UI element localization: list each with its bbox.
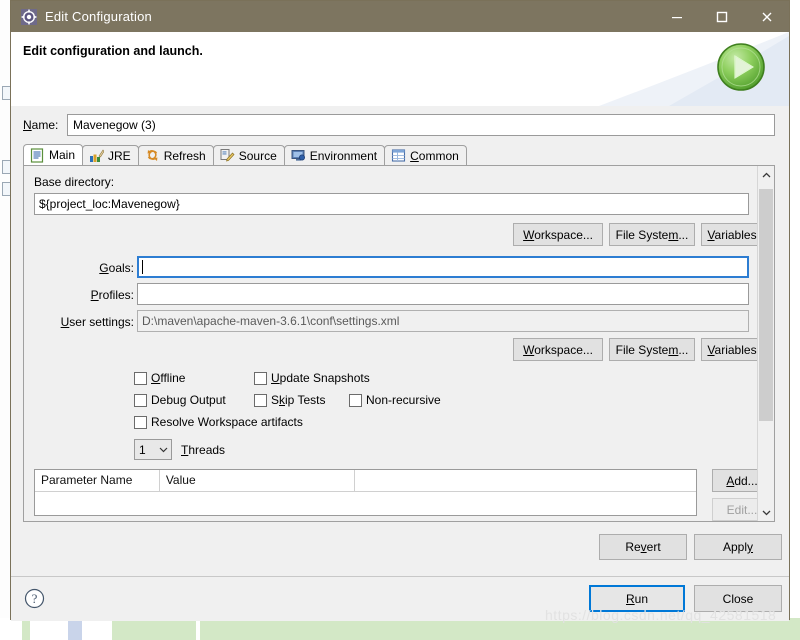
add-parameter-button[interactable]: Add... [712, 469, 757, 492]
checkbox-debug-output-label: Debug Output [151, 393, 226, 407]
maximize-button[interactable] [699, 1, 744, 32]
edit-parameter-button[interactable]: Edit... [712, 498, 757, 521]
background-editor-segment [30, 618, 68, 640]
tab-common[interactable]: Common [384, 145, 467, 165]
svg-text:?: ? [32, 591, 38, 606]
goals-input[interactable] [137, 256, 749, 278]
main-document-icon [30, 147, 45, 163]
green-run-ball-icon [716, 42, 766, 92]
dialog-titlebar[interactable]: Edit Configuration [11, 1, 789, 32]
scroll-up-arrow-icon[interactable] [758, 166, 774, 183]
source-pencil-icon [220, 148, 235, 163]
header-title: Edit configuration and launch. [23, 44, 203, 58]
user-settings-workspace-button[interactable]: Workspace... [513, 338, 603, 361]
background-editor-segment [82, 618, 112, 640]
checkbox-offline[interactable]: Offline [134, 371, 185, 385]
user-settings-input[interactable]: D:\maven\apache-maven-3.6.1\conf\setting… [137, 310, 749, 332]
base-directory-input[interactable]: ${project_loc:Mavenegow} [34, 193, 749, 215]
base-directory-filesystem-button[interactable]: File System... [609, 223, 695, 246]
parameter-table-header: Parameter Name Value [35, 470, 696, 492]
dialog-header: Edit configuration and launch. [11, 32, 789, 107]
profiles-input[interactable] [137, 283, 749, 305]
edit-configuration-dialog: Edit Configuration Edit configuration an… [10, 0, 790, 621]
user-settings-label: User settings: [60, 315, 134, 329]
configuration-tabfolder: Main JRE Refresh Source Environment Comm… [23, 144, 775, 522]
goals-label: Goals: [99, 261, 134, 275]
chevron-down-icon [156, 447, 171, 453]
tab-jre-label: JRE [108, 148, 131, 163]
tab-source[interactable]: Source [212, 145, 285, 165]
user-settings-variables-button[interactable]: Variables... [701, 338, 757, 361]
parameter-table[interactable]: Parameter Name Value [34, 469, 697, 516]
checkbox-resolve-workspace-artifacts-label: Resolve Workspace artifacts [151, 415, 303, 429]
gear-icon [21, 8, 37, 25]
checkbox-update-snapshots[interactable]: Update Snapshots [254, 371, 370, 385]
main-tab-vertical-scrollbar[interactable] [757, 166, 774, 521]
question-mark-help-icon[interactable]: ? [24, 588, 45, 609]
name-input[interactable]: Mavenegow (3) [67, 114, 775, 136]
checkbox-box [134, 393, 147, 407]
checkbox-non-recursive[interactable]: Non-recursive [349, 393, 441, 407]
dialog-title: Edit Configuration [45, 9, 152, 24]
checkbox-box [134, 415, 147, 429]
tab-environment-label: Environment [309, 148, 378, 163]
parameter-table-column-value: Value [160, 470, 355, 491]
close-button[interactable] [744, 1, 789, 32]
background-editor-segment [0, 618, 22, 640]
checkbox-box [254, 371, 267, 385]
name-row: Name: Mavenegow (3) [23, 113, 775, 137]
refresh-arrows-icon [145, 148, 160, 163]
user-settings-filesystem-button[interactable]: File System... [609, 338, 695, 361]
checkbox-resolve-workspace-artifacts[interactable]: Resolve Workspace artifacts [134, 415, 303, 429]
threads-dropdown[interactable]: 1 [134, 439, 172, 460]
checkbox-update-snapshots-label: Update Snapshots [271, 371, 370, 385]
name-label: Name: [23, 118, 59, 132]
checkbox-box [134, 371, 147, 385]
dialog-body: Name: Mavenegow (3) Main JRE Refresh Sou… [11, 106, 789, 576]
tab-environment[interactable]: Environment [283, 145, 386, 165]
apply-button[interactable]: Apply [694, 534, 782, 560]
checkbox-non-recursive-label: Non-recursive [366, 393, 441, 407]
background-editor-segment [196, 618, 200, 640]
revert-button[interactable]: Revert [599, 534, 687, 560]
main-tab-pane: Base directory: ${project_loc:Mavenegow}… [24, 166, 757, 521]
watermark-text: https://blog.csdn.net/qq_42581518 [545, 607, 777, 623]
environment-monitor-icon [291, 148, 306, 163]
text-caret [142, 260, 143, 274]
base-directory-label: Base directory: [34, 175, 115, 189]
scrollbar-thumb[interactable] [759, 189, 773, 421]
threads-value: 1 [139, 442, 146, 457]
checkbox-skip-tests-label: Skip Tests [271, 393, 326, 407]
common-table-icon [391, 148, 406, 163]
jre-books-icon [89, 148, 105, 163]
parameter-table-column-filler [355, 470, 696, 491]
minimize-button[interactable] [654, 1, 699, 32]
checkbox-skip-tests[interactable]: Skip Tests [254, 393, 325, 407]
tab-main[interactable]: Main [23, 144, 84, 165]
scroll-down-arrow-icon[interactable] [758, 504, 774, 521]
threads-label: Threads [181, 443, 226, 457]
base-directory-variables-button[interactable]: Variables... [701, 223, 757, 246]
tab-refresh-label: Refresh [163, 148, 206, 163]
edit-parameter-label: Edit... [726, 502, 757, 517]
profiles-label: Profiles: [90, 288, 134, 302]
scrollbar-track[interactable] [758, 183, 774, 504]
checkbox-box [349, 393, 362, 407]
tab-source-label: Source [238, 148, 277, 163]
checkbox-box [254, 393, 267, 407]
tab-jre[interactable]: JRE [82, 145, 139, 165]
parameter-table-column-name: Parameter Name [35, 470, 160, 491]
tabstrip: Main JRE Refresh Source Environment Comm… [23, 144, 775, 166]
checkbox-offline-label: Offline [151, 371, 186, 385]
tab-common-label: Common [410, 148, 459, 163]
tab-main-label: Main [49, 148, 76, 162]
tab-content-main: Base directory: ${project_loc:Mavenegow}… [23, 166, 775, 522]
tab-refresh[interactable]: Refresh [137, 145, 214, 165]
checkbox-debug-output[interactable]: Debug Output [134, 393, 226, 407]
base-directory-workspace-button[interactable]: Workspace... [513, 223, 603, 246]
background-editor-segment [68, 618, 82, 640]
parameter-table-body [35, 492, 696, 521]
